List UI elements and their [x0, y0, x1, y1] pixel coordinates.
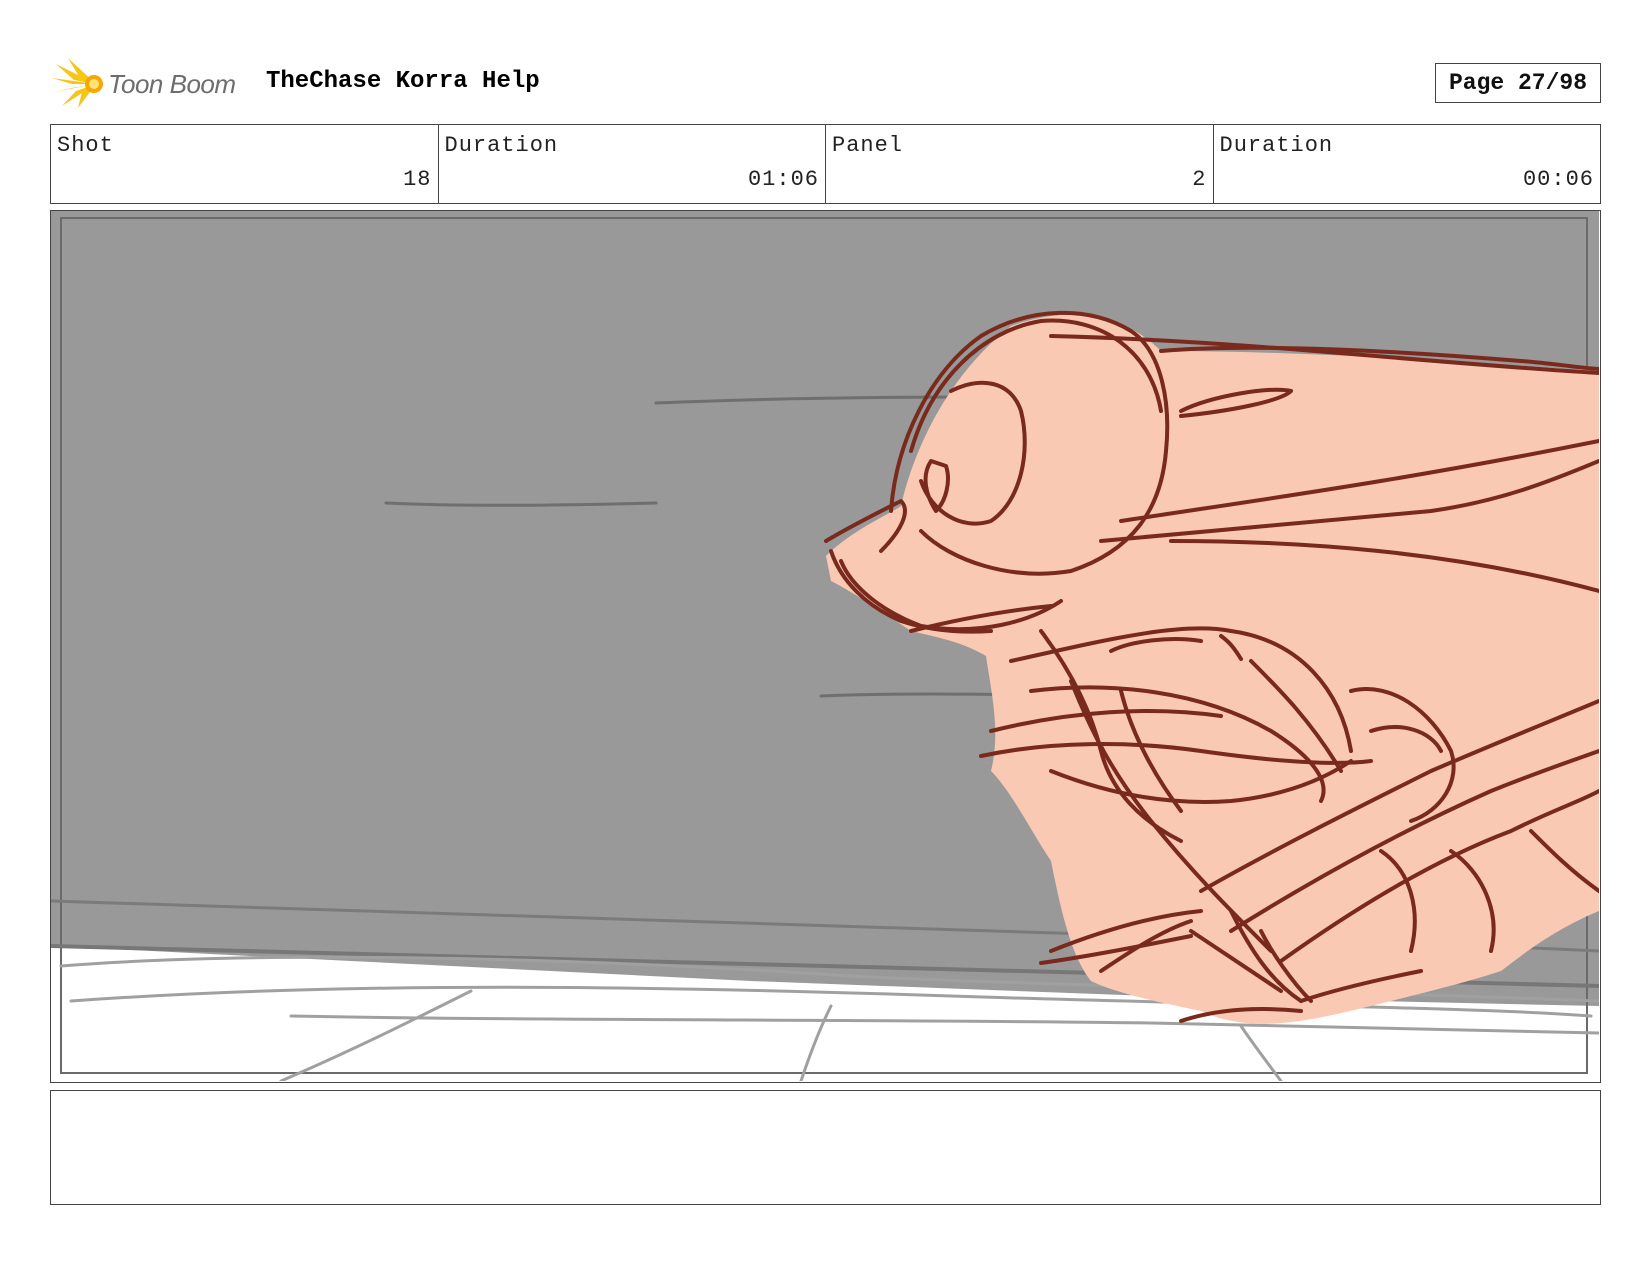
- storyboard-panel: [50, 210, 1601, 1083]
- panel-duration-value: 00:06: [1522, 167, 1594, 192]
- shot-label: Shot: [57, 133, 114, 158]
- shot-duration-cell: Duration 01:06: [439, 125, 826, 203]
- panel-duration-label: Duration: [1219, 133, 1334, 158]
- starburst-icon: [52, 58, 103, 108]
- panel-label: Panel: [832, 133, 904, 158]
- document-title: TheChase Korra Help: [266, 68, 540, 95]
- panel-duration-cell: Duration 00:06: [1214, 125, 1601, 203]
- shot-info-table: Shot 18 Duration 01:06 Panel 2 Duration …: [50, 124, 1601, 204]
- panel-cell: Panel 2: [826, 125, 1214, 203]
- panel-value: 2: [1192, 167, 1207, 192]
- logo-text: Toon Boom: [108, 68, 236, 99]
- shot-duration-label: Duration: [444, 133, 559, 158]
- panel-sketch: [51, 211, 1599, 1081]
- shot-value: 18: [403, 167, 432, 192]
- shot-cell: Shot 18: [51, 125, 439, 203]
- notes-box: [50, 1090, 1601, 1205]
- toon-boom-logo: Toon Boom: [52, 58, 252, 110]
- page-number: Page 27/98: [1435, 63, 1601, 103]
- shot-duration-value: 01:06: [747, 167, 819, 192]
